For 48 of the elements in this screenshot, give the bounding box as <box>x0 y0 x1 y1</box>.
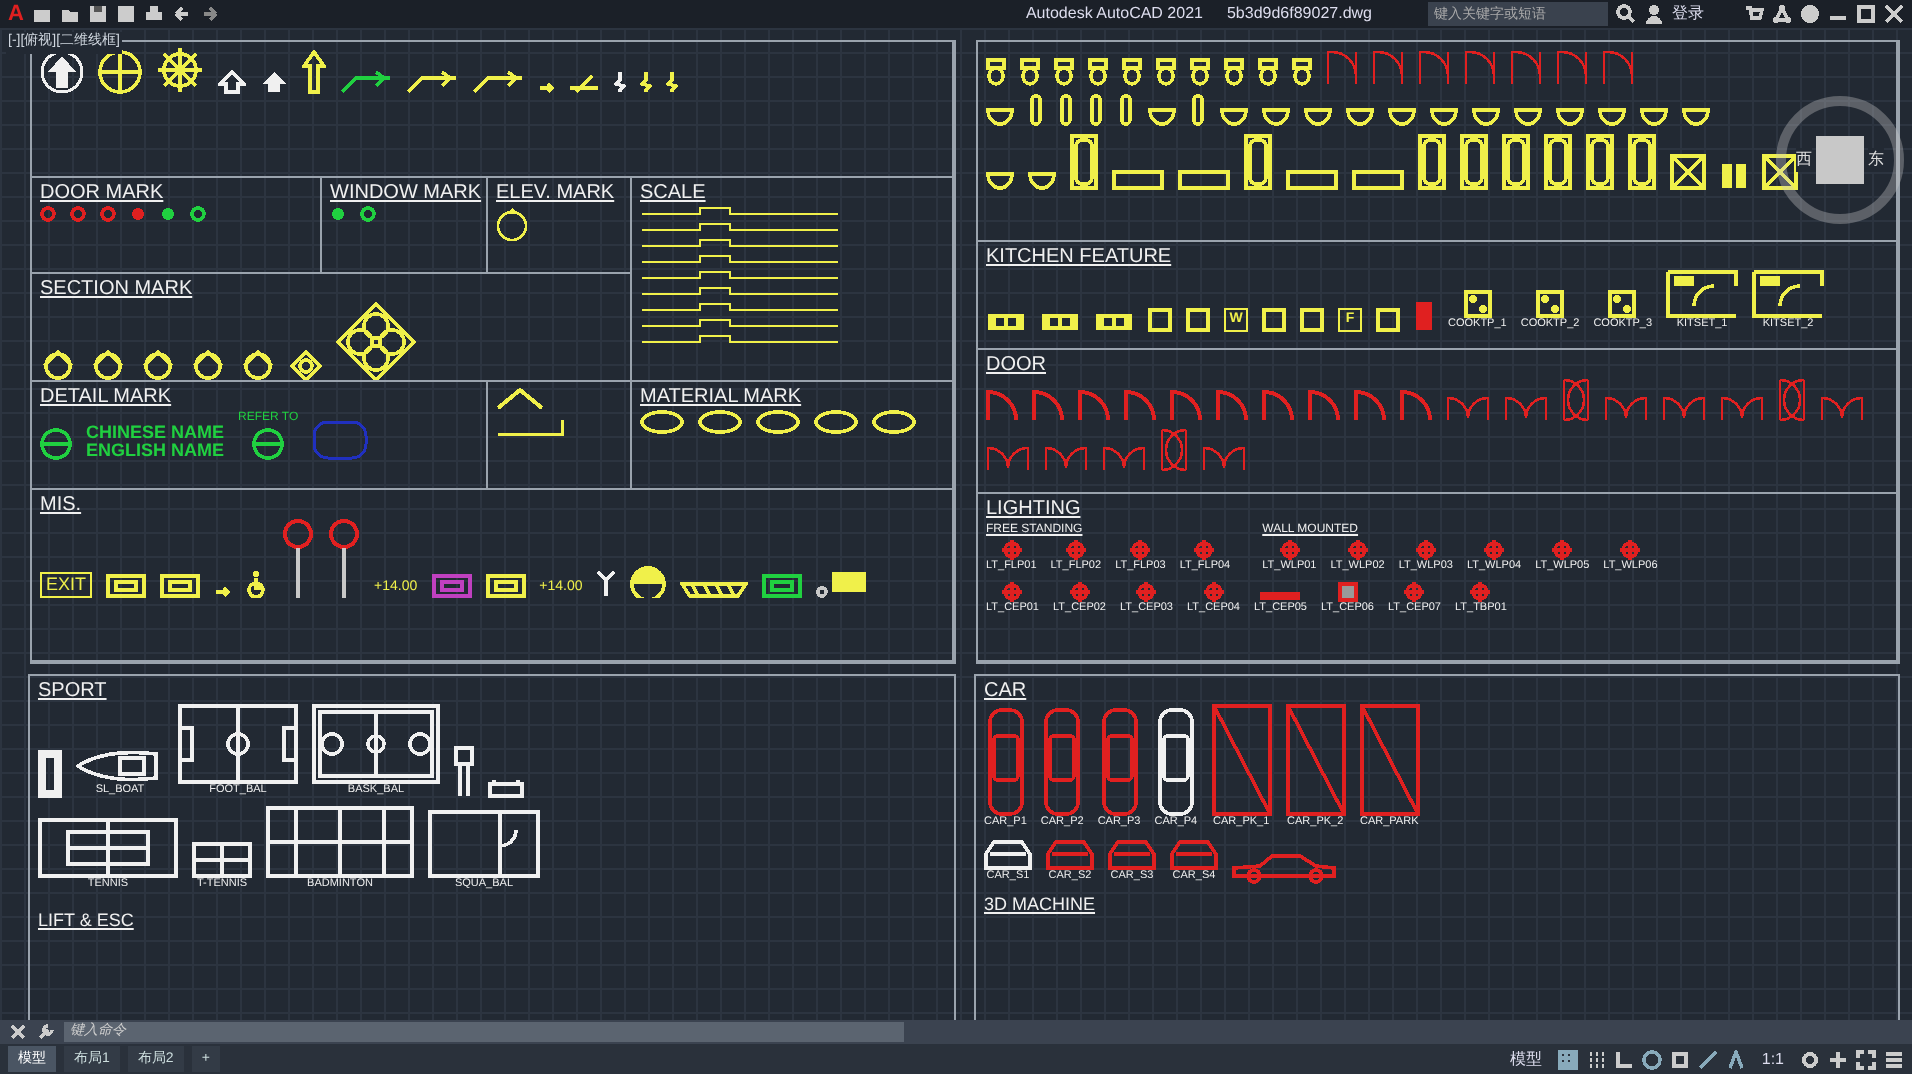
wrench-icon[interactable] <box>36 1022 56 1042</box>
polar-icon[interactable] <box>1641 1049 1662 1069</box>
section-heading: DETAIL MARK <box>40 386 174 410</box>
section-heading: CAR <box>984 680 1029 704</box>
detail-circle-drawing <box>252 428 285 460</box>
annotation-icon[interactable] <box>1725 1049 1746 1069</box>
file-name: 5b3d9d6f89027.dwg <box>1226 2 1372 26</box>
search-icon[interactable] <box>1616 4 1636 24</box>
section-heading: MIS. <box>40 494 84 518</box>
print-icon[interactable] <box>143 4 164 24</box>
name-label: ENGLISH NAME <box>86 442 225 460</box>
grid-icon[interactable] <box>1557 1049 1578 1069</box>
section-heading: DOOR MARK <box>40 182 166 206</box>
section-heading: SPORT <box>38 680 109 704</box>
close-icon[interactable] <box>8 1022 28 1042</box>
user-icon[interactable] <box>1644 4 1664 24</box>
section-heading: WINDOW MARK <box>330 182 478 206</box>
plus-icon[interactable] <box>1828 1049 1848 1069</box>
app-title: Autodesk AutoCAD 2021 <box>1025 2 1203 26</box>
section-heading: 3D MACHINE <box>984 892 1098 918</box>
model-space-label[interactable]: 模型 <box>1509 1047 1542 1071</box>
section-heading: MATERIAL MARK <box>640 386 804 410</box>
viewcube[interactable]: 西 东 <box>1776 96 1904 224</box>
lineweight-icon[interactable] <box>1697 1049 1718 1069</box>
section-heading: SECTION MARK <box>40 278 195 302</box>
osnap-icon[interactable] <box>1669 1049 1690 1069</box>
ortho-icon[interactable] <box>1613 1049 1634 1069</box>
scale-label[interactable]: 1:1 <box>1761 1047 1784 1071</box>
name-label: CHINESE NAME <box>86 424 225 442</box>
compass-label: 东 <box>1868 148 1884 172</box>
section-heading: ELEV. MARK <box>496 182 617 206</box>
exit-sign: EXIT <box>40 572 93 598</box>
sign-in-link[interactable]: 登录 <box>1672 2 1704 26</box>
close-icon[interactable] <box>1884 4 1904 24</box>
section-heading: LIGHTING <box>986 498 1083 522</box>
menu-icon[interactable] <box>1884 1049 1904 1069</box>
section-heading: LIFT & ESC <box>38 908 136 934</box>
undo-icon[interactable] <box>171 4 192 24</box>
fullscreen-icon[interactable] <box>1856 1049 1876 1069</box>
cart-icon[interactable] <box>1744 4 1764 24</box>
maximize-icon[interactable] <box>1856 4 1876 24</box>
section-heading: KITCHEN FEATURE <box>986 246 1174 270</box>
share-icon[interactable] <box>1772 4 1792 24</box>
snap-icon[interactable] <box>1585 1049 1606 1069</box>
section-heading: DOOR <box>986 354 1048 378</box>
redo-icon[interactable] <box>199 4 220 24</box>
section-heading: SCALE <box>640 182 708 206</box>
compass-label: 西 <box>1796 148 1812 172</box>
